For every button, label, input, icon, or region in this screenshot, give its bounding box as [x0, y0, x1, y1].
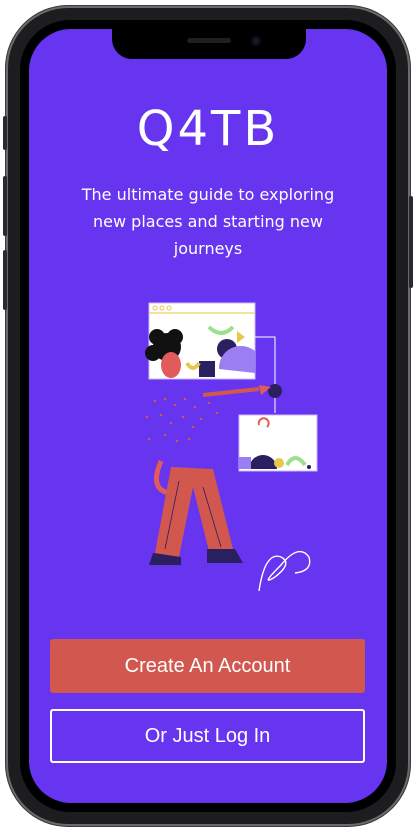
app-tagline: The ultimate guide to exploring new plac…	[81, 185, 335, 258]
power-button	[409, 196, 413, 288]
volume-up-button	[3, 176, 7, 236]
person-arranging-shapes-illustration	[145, 302, 318, 592]
app-screen: Q4TB The ultimate guide to exploring new…	[29, 29, 387, 803]
create-account-button[interactable]: Create An Account	[50, 639, 365, 693]
front-camera	[251, 36, 261, 46]
login-button[interactable]: Or Just Log In	[50, 709, 365, 763]
app-title: Q4TB	[136, 101, 280, 157]
speaker-grille	[187, 38, 231, 43]
squiggle-decoration	[258, 550, 311, 592]
phone-notch	[112, 29, 306, 59]
phone-bezel: Q4TB The ultimate guide to exploring new…	[20, 20, 396, 812]
mute-switch	[3, 116, 7, 150]
bottom-window-card	[238, 414, 318, 472]
volume-down-button	[3, 250, 7, 310]
phone-frame: Q4TB The ultimate guide to exploring new…	[3, 6, 413, 826]
